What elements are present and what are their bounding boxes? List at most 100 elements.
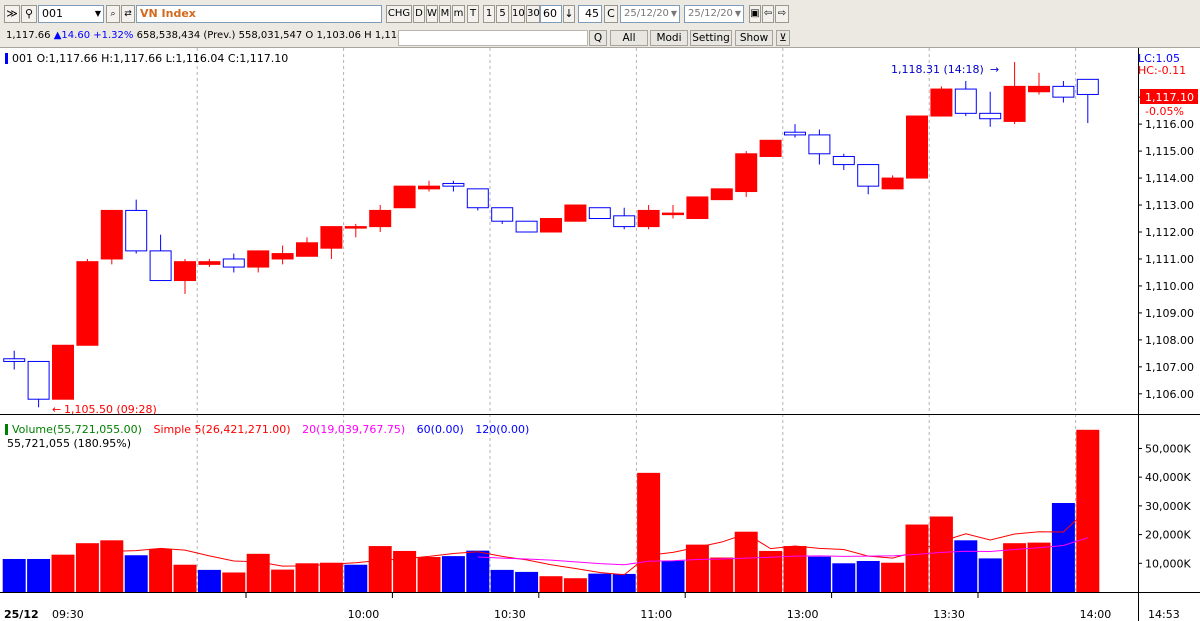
quote-last: 1,117.66	[6, 30, 51, 41]
x-tick-label: 13:30	[933, 608, 965, 621]
candle-body	[174, 261, 196, 282]
interval-button-m[interactable]: M	[439, 5, 451, 23]
volume-bar	[393, 550, 417, 592]
candle-body	[662, 212, 684, 216]
symbol-value: 001	[42, 7, 63, 20]
interval-button-t[interactable]: T	[467, 5, 479, 23]
candle	[588, 207, 611, 220]
volume-header: Volume(55,721,055.00) Simple 5(26,421,27…	[12, 423, 529, 436]
quote-button-show[interactable]: Show	[735, 30, 773, 46]
c-label: C	[607, 7, 615, 20]
candle-body	[198, 261, 221, 265]
candle-body	[369, 209, 392, 228]
interval-button-1[interactable]: 1	[483, 5, 495, 23]
price-y-tick-label: 1,106.00	[1145, 388, 1194, 401]
arrow-down-icon[interactable]: ↓	[563, 5, 575, 23]
volume-bar	[1076, 429, 1100, 592]
candle	[515, 220, 538, 233]
candle-body	[442, 182, 465, 187]
volume-bar	[75, 543, 99, 592]
x-tick-label: 09:30	[52, 608, 84, 621]
quote-input[interactable]	[398, 30, 588, 46]
volume-bar	[710, 557, 734, 592]
volume-bar	[1027, 542, 1051, 592]
hc-label: HC:-0.11	[1138, 64, 1186, 77]
candle	[466, 188, 489, 211]
price-y-tick-label: 1,110.00	[1145, 280, 1194, 293]
compare-icon[interactable]: ⇄	[121, 5, 135, 23]
price-y-tick-label: 1,115.00	[1145, 145, 1194, 158]
price-y-tick-label: 1,112.00	[1145, 226, 1194, 239]
c-button[interactable]: C	[604, 5, 618, 23]
price-header: 001 O:1,117.66 H:1,117.66 L:1,116.04 C:1…	[12, 52, 288, 65]
last-change: -0.05%	[1145, 105, 1184, 118]
price-y-tick-label: 1,113.00	[1145, 199, 1194, 212]
volume-header-ma120: 120(0.00)	[475, 423, 529, 436]
interval-button-w[interactable]: W	[426, 5, 438, 23]
price-y-tick-label: 1,114.00	[1145, 172, 1194, 185]
save-icon[interactable]: ▣	[749, 5, 761, 23]
x-tick-label: 10:00	[348, 608, 380, 621]
volume-bar	[612, 573, 636, 592]
date-to-dropdown-icon[interactable]: ▼	[735, 6, 741, 22]
interval-button-5[interactable]: 5	[496, 5, 509, 23]
candle-body	[466, 188, 489, 209]
candle	[710, 188, 733, 201]
toolbar: ≫ ⚲ 001 ▼ ⌕ ⇄ VN Index CHG D W Mm T 1 5 10 30 60…	[0, 0, 1200, 29]
volume-bar	[173, 564, 197, 592]
filter-icon[interactable]: ⊻	[776, 30, 790, 46]
interval-input[interactable]: 60	[540, 5, 562, 23]
volume-bar	[881, 562, 905, 592]
candle-body	[710, 188, 733, 201]
x-tick-label: 14:00	[1080, 608, 1112, 621]
interval-button-30[interactable]: 30	[526, 5, 540, 23]
expand-icon[interactable]: ≫	[4, 5, 20, 23]
volume-bar	[2, 558, 26, 592]
candle-body	[1028, 85, 1050, 93]
volume-bar	[319, 562, 343, 592]
volume-bar	[783, 546, 807, 592]
volume-bar	[734, 531, 758, 592]
interval-button-10[interactable]: 10	[511, 5, 525, 23]
interval-button-d[interactable]: D	[413, 5, 425, 23]
price-series-marker	[5, 53, 8, 64]
volume-bar	[490, 569, 514, 592]
candle-body	[491, 207, 514, 222]
quote-button-all[interactable]: All	[610, 30, 648, 46]
volume-bar	[588, 573, 612, 592]
interval-button-chg[interactable]: CHG	[386, 5, 412, 23]
volume-bar	[685, 544, 709, 592]
symbol-input[interactable]: 001 ▼	[38, 5, 104, 23]
date-to-input[interactable]: 25/12/20 ▼	[684, 5, 744, 23]
chevron-down-icon[interactable]: ▼	[95, 6, 101, 22]
candle-body	[100, 209, 123, 260]
candle	[735, 151, 758, 197]
quote-button-q[interactable]: Q	[589, 30, 607, 46]
volume-bar	[441, 556, 465, 592]
bars-value: 45	[585, 7, 599, 20]
price-y-tick-label: 1,107.00	[1145, 361, 1194, 374]
candle-body	[564, 204, 587, 222]
candle-body	[954, 88, 977, 114]
volume-bar	[954, 540, 978, 592]
bars-input[interactable]: 45	[578, 5, 602, 23]
left-icon[interactable]: ⇦	[762, 5, 774, 23]
quote-button-modi[interactable]: Modi	[650, 30, 688, 46]
volume-bar	[246, 553, 270, 592]
quote-button-setting[interactable]: Setting	[690, 30, 732, 46]
candle-body	[344, 226, 367, 229]
date-from-input[interactable]: 25/12/20 ▼	[620, 5, 680, 23]
find-icon[interactable]: ⌕	[106, 5, 120, 23]
index-name-field[interactable]: VN Index	[136, 5, 382, 23]
volume-bar	[905, 524, 929, 592]
volume-bar	[929, 516, 953, 592]
volume-header-value: Volume(55,721,055.00)	[12, 423, 142, 436]
date-from-dropdown-icon[interactable]: ▼	[671, 6, 677, 22]
volume-bar	[637, 472, 661, 592]
volume-bar	[124, 555, 148, 592]
candle-body	[393, 185, 416, 209]
interval-button-m[interactable]: m	[452, 5, 465, 23]
right-icon[interactable]: ⇨	[775, 5, 789, 23]
volume-bar	[661, 560, 685, 592]
search-icon[interactable]: ⚲	[21, 5, 37, 23]
